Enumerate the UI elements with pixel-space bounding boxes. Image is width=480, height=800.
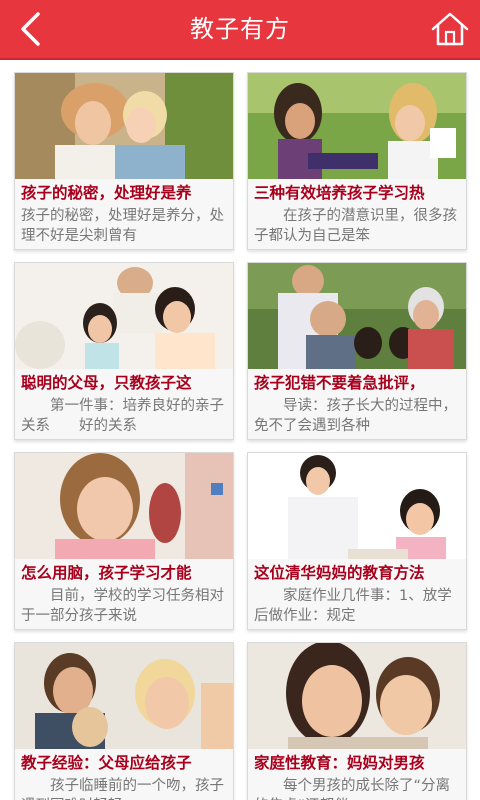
article-card[interactable]: 这位清华妈妈的教育方法 家庭作业几件事：1、放学后做作业：规定 (247, 452, 467, 630)
article-title: 三种有效培养孩子学习热 (254, 184, 425, 202)
article-summary: 孩子的秘密，处理好是养分，处理不好是尖刺曾有 (21, 208, 224, 244)
page-title: 教子有方 (190, 15, 290, 43)
article-thumbnail (248, 263, 466, 369)
article-title: 聪明的父母，只教孩子这 (21, 374, 192, 392)
article-summary: 第一件事：培养良好的亲子关系 好的关系 (21, 398, 224, 434)
app-header: 教子有方 (0, 0, 480, 60)
article-title: 家庭性教育：妈妈对男孩 (254, 754, 425, 772)
article-thumbnail (248, 643, 466, 749)
article-summary: 目前，学校的学习任务相对于一部分孩子来说 (21, 588, 224, 624)
article-grid: 孩子的秘密，处理好是养 孩子的秘密，处理好是养分，处理不好是尖刺曾有 三种有效培… (0, 60, 480, 800)
article-card[interactable]: 孩子犯错不要着急批评， 导读：孩子长大的过程中，免不了会遇到各种 (247, 262, 467, 440)
article-title: 孩子的秘密，处理好是养 (21, 184, 192, 202)
article-card[interactable]: 三种有效培养孩子学习热 在孩子的潜意识里，很多孩子都认为自己是笨 (247, 72, 467, 250)
home-button[interactable] (430, 9, 470, 49)
article-summary: 每个男孩的成长除了“分离的焦虑”还都伴 (254, 778, 451, 800)
article-thumbnail (15, 263, 233, 369)
article-thumbnail (15, 73, 233, 179)
article-summary: 家庭作业几件事：1、放学后做作业：规定 (254, 588, 452, 624)
article-title: 教子经验：父母应给孩子 (21, 754, 192, 772)
article-card[interactable]: 怎么用脑，孩子学习才能 目前，学校的学习任务相对于一部分孩子来说 (14, 452, 234, 630)
article-thumbnail (15, 643, 233, 749)
article-summary: 导读：孩子长大的过程中，免不了会遇到各种 (254, 398, 457, 434)
article-title: 孩子犯错不要着急批评， (254, 374, 425, 392)
article-card[interactable]: 家庭性教育：妈妈对男孩 每个男孩的成长除了“分离的焦虑”还都伴 (247, 642, 467, 800)
article-summary: 孩子临睡前的一个吻，孩子遇到困难时轻轻 (21, 778, 224, 800)
article-thumbnail (248, 73, 466, 179)
article-summary: 在孩子的潜意识里，很多孩子都认为自己是笨 (254, 208, 457, 244)
article-thumbnail (248, 453, 466, 559)
article-title: 这位清华妈妈的教育方法 (254, 564, 425, 582)
article-title: 怎么用脑，孩子学习才能 (21, 564, 192, 582)
article-card[interactable]: 教子经验：父母应给孩子 孩子临睡前的一个吻，孩子遇到困难时轻轻 (14, 642, 234, 800)
home-icon (431, 12, 469, 46)
article-card[interactable]: 孩子的秘密，处理好是养 孩子的秘密，处理好是养分，处理不好是尖刺曾有 (14, 72, 234, 250)
article-card[interactable]: 聪明的父母，只教孩子这 第一件事：培养良好的亲子关系 好的关系 (14, 262, 234, 440)
article-thumbnail (15, 453, 233, 559)
